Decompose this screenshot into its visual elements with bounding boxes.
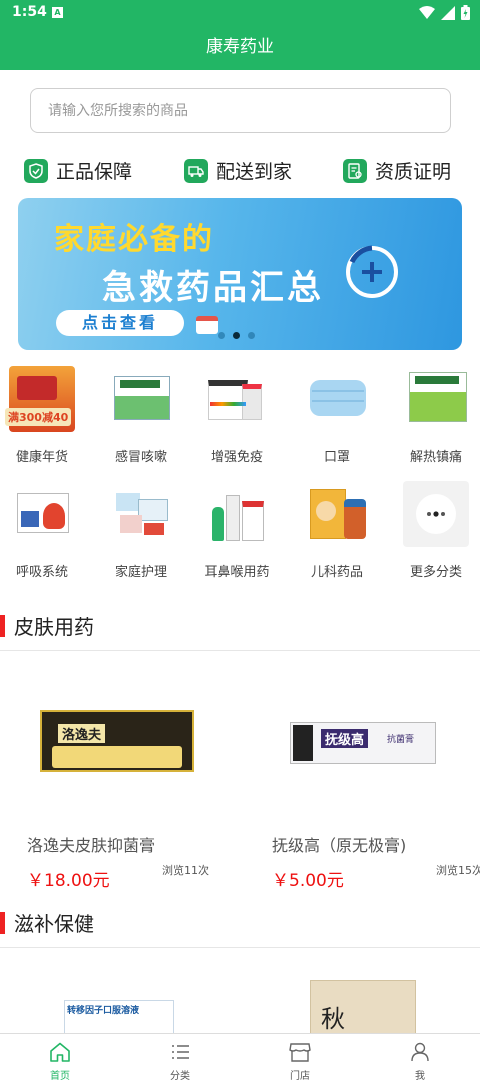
product-views: 浏览11次 xyxy=(162,864,209,877)
category-label: 口罩 xyxy=(323,450,350,465)
category-label: 更多分类 xyxy=(409,565,462,580)
status-time: 1:54 xyxy=(12,4,47,20)
category-item[interactable]: 满300减40 健康年货 xyxy=(0,366,90,465)
category-item[interactable]: 口罩 xyxy=(289,366,385,465)
category-item[interactable]: 解热镇痛 xyxy=(388,366,480,465)
product-image: 转移因子口服溶液 xyxy=(64,1000,174,1033)
battery-icon xyxy=(461,5,470,20)
more-dots-icon xyxy=(403,481,469,547)
section-accent-bar xyxy=(0,912,5,934)
promo-tag: 满300减40 xyxy=(5,408,72,426)
first-aid-kit-icon xyxy=(108,481,174,547)
pagination-dot-active[interactable] xyxy=(233,332,240,339)
respiratory-medicine-box-icon xyxy=(9,481,75,547)
product-price: ￥18.00元 xyxy=(27,871,110,891)
section-divider xyxy=(0,650,480,651)
promo-banner[interactable]: 家庭必备的 急救药品汇总 点击查看 xyxy=(18,198,462,350)
plus-circle-icon xyxy=(346,245,398,298)
section-accent-bar xyxy=(0,615,5,637)
shield-check-icon xyxy=(24,158,48,183)
section-divider xyxy=(0,947,480,948)
bottom-tab-bar: 首页 分类 门店 我 xyxy=(0,1033,480,1082)
product-views: 浏览15次 xyxy=(436,864,480,877)
product-card[interactable]: 转移因子口服溶液 xyxy=(0,950,240,1033)
store-icon xyxy=(289,1043,311,1062)
feature-label: 正品保障 xyxy=(56,161,133,183)
delivery-truck-icon xyxy=(184,158,208,183)
pagination-dot[interactable] xyxy=(248,332,255,339)
product-pack-label: 抚级高 xyxy=(321,729,369,748)
category-item[interactable]: 耳鼻喉用药 xyxy=(189,481,285,580)
product-image: 洛逸夫 xyxy=(40,710,194,772)
category-item[interactable]: 增强免疫 xyxy=(189,366,285,465)
wifi-icon xyxy=(419,5,435,19)
feature-label: 配送到家 xyxy=(216,161,293,183)
section-title: 滋补保健 xyxy=(14,912,94,936)
category-item[interactable]: 感冒咳嗽 xyxy=(93,366,189,465)
vitamin-box-icon xyxy=(204,366,270,432)
feature-certificate: 资质证明 xyxy=(343,157,451,184)
category-label: 解热镇痛 xyxy=(409,450,462,465)
product-name: 洛逸夫皮肤抑菌膏 xyxy=(27,836,156,855)
feature-genuine: 正品保障 xyxy=(24,157,132,184)
product-pack-label: 转移因子口服溶液 xyxy=(67,1006,140,1016)
product-pack-label: 洛逸夫 xyxy=(58,724,106,743)
face-mask-icon xyxy=(304,366,370,432)
cold-medicine-box-icon xyxy=(108,366,174,432)
search-input[interactable] xyxy=(31,89,450,132)
category-label: 健康年货 xyxy=(15,450,68,465)
product-pack-sublabel: 抗菌膏 xyxy=(387,735,415,745)
category-label: 家庭护理 xyxy=(114,565,167,580)
gift-box-icon: 满300减40 xyxy=(5,366,75,432)
category-item[interactable]: 更多分类 xyxy=(388,481,480,580)
product-name: 抚级高（原无极膏) xyxy=(272,836,407,855)
first-aid-kit-icon xyxy=(196,316,218,334)
category-label: 儿科药品 xyxy=(310,565,363,580)
status-bar: 1:54 A xyxy=(0,0,480,26)
category-grid-row-2: 呼吸系统 家庭护理 耳鼻喉用药 儿科药品 更多分类 xyxy=(0,481,480,591)
search-box[interactable] xyxy=(30,88,451,133)
tab-store[interactable]: 门店 xyxy=(240,1034,360,1082)
product-image: 抚级高 抗菌膏 xyxy=(290,722,436,764)
category-item[interactable]: 家庭护理 xyxy=(93,481,189,580)
category-label: 增强免疫 xyxy=(210,450,263,465)
certificate-icon xyxy=(343,158,367,183)
section-header-skin: 皮肤用药 xyxy=(0,603,480,651)
fever-medicine-box-icon xyxy=(403,366,469,432)
nasal-spray-icon xyxy=(204,481,270,547)
user-icon xyxy=(411,1042,429,1062)
tab-home[interactable]: 首页 xyxy=(0,1034,120,1082)
banner-line1: 家庭必备的 xyxy=(54,222,214,257)
product-image: 秋 xyxy=(310,980,416,1033)
category-item[interactable]: 呼吸系统 xyxy=(0,481,90,580)
product-pack-label: 秋 xyxy=(321,1005,345,1033)
category-item[interactable]: 儿科药品 xyxy=(289,481,385,580)
feature-delivery: 配送到家 xyxy=(184,157,292,184)
category-label: 耳鼻喉用药 xyxy=(204,565,270,580)
signal-icon xyxy=(441,5,455,20)
category-grid-row-1: 满300减40 健康年货 感冒咳嗽 增强免疫 口罩 解热镇痛 xyxy=(0,366,480,476)
feature-label: 资质证明 xyxy=(375,161,452,183)
product-card[interactable]: 洛逸夫 洛逸夫皮肤抑菌膏 ￥18.00元 浏览11次 xyxy=(0,652,240,892)
product-card[interactable]: 秋 xyxy=(240,950,480,1033)
banner-pagination[interactable] xyxy=(218,332,255,339)
list-icon xyxy=(172,1045,189,1059)
product-price: ￥5.00元 xyxy=(272,871,344,891)
tab-category[interactable]: 分类 xyxy=(120,1034,240,1082)
banner-view-button[interactable]: 点击查看 xyxy=(56,310,184,336)
category-label: 呼吸系统 xyxy=(15,565,68,580)
sim-icon: A xyxy=(52,7,63,18)
banner-line2: 急救药品汇总 xyxy=(102,268,324,308)
app-title: 康寿药业 xyxy=(0,26,480,70)
home-icon xyxy=(50,1042,70,1062)
category-label: 感冒咳嗽 xyxy=(114,450,167,465)
tab-profile[interactable]: 我 xyxy=(360,1034,480,1082)
section-title: 皮肤用药 xyxy=(14,615,94,639)
section-header-supplements: 滋补保健 xyxy=(0,900,480,948)
children-syrup-icon xyxy=(304,481,370,547)
pagination-dot[interactable] xyxy=(218,332,225,339)
product-card[interactable]: 抚级高 抗菌膏 抚级高（原无极膏) ￥5.00元 浏览15次 xyxy=(240,652,480,892)
feature-strip: 正品保障 配送到家 资质证明 xyxy=(0,157,480,187)
